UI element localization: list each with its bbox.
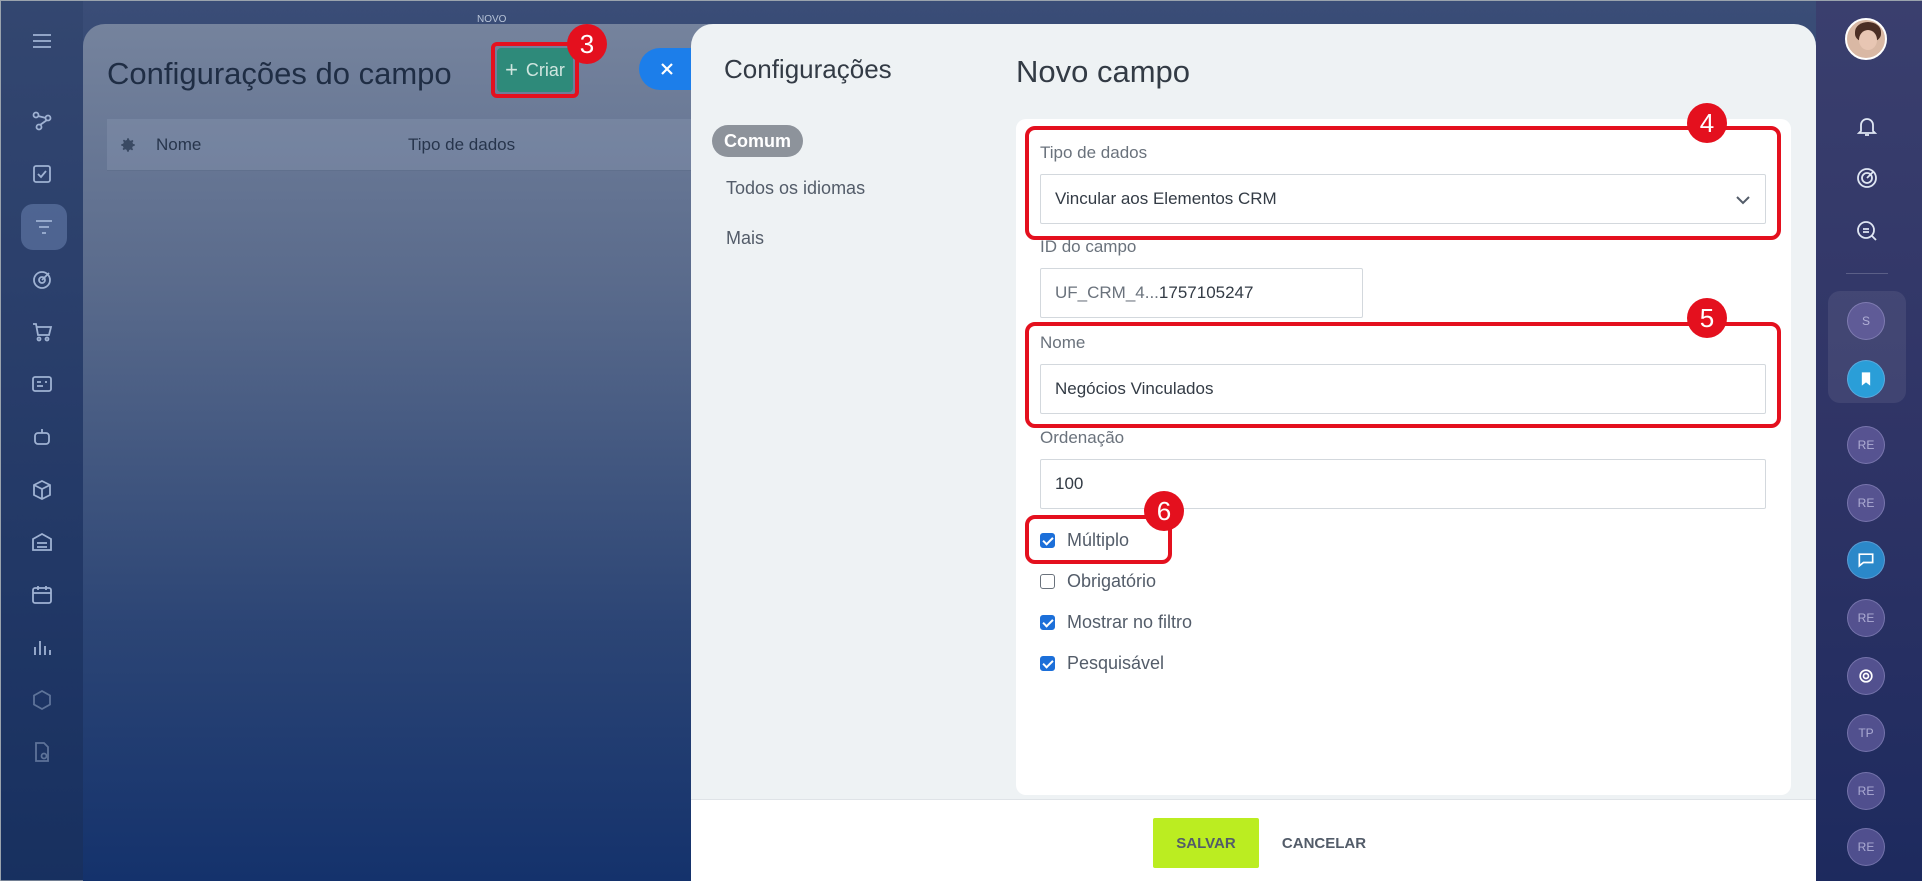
field-settings-panel: Configurações do campo + Criar 3 Nome Ti… (83, 24, 723, 881)
step-badge-4: 4 (1687, 103, 1727, 143)
sidebar-title: Configurações (724, 54, 892, 84)
sidebar-item-more[interactable]: Mais (726, 228, 764, 249)
chat-avatar-re-3[interactable]: RE (1847, 599, 1885, 637)
hexagon-icon[interactable] (26, 684, 58, 716)
page-title: Configurações do campo (107, 56, 452, 91)
sidebar-item-common[interactable]: Comum (712, 125, 803, 157)
field-id-input[interactable]: UF_CRM_4... 1757105247 (1040, 268, 1363, 318)
save-button[interactable]: SALVAR (1153, 818, 1259, 868)
gear-icon[interactable] (119, 136, 137, 154)
column-header-data-type[interactable]: Tipo de dados (408, 135, 515, 155)
sort-label: Ordenação (1040, 428, 1125, 447)
chat-avatar-s[interactable]: S (1847, 302, 1885, 340)
checkbox-show-in-filter-box[interactable] (1040, 615, 1055, 630)
copilot-icon[interactable] (1847, 657, 1885, 695)
cart-icon[interactable] (26, 316, 58, 348)
chat-bubble-icon[interactable] (1847, 541, 1885, 579)
field-id-prefix: UF_CRM_4... (1055, 283, 1159, 302)
user-avatar[interactable] (1845, 18, 1887, 60)
contact-card-icon[interactable] (26, 368, 58, 400)
tasks-icon[interactable] (26, 158, 58, 190)
checkbox-required[interactable]: Obrigatório (1040, 571, 1156, 592)
robot-icon[interactable] (26, 421, 58, 453)
chat-avatar-re-1[interactable]: RE (1847, 426, 1885, 464)
column-header-name[interactable]: Nome (156, 135, 201, 155)
calendar-icon[interactable] (26, 579, 58, 611)
checkbox-searchable-label: Pesquisável (1067, 653, 1165, 673)
checkbox-show-in-filter-label: Mostrar no filtro (1067, 612, 1193, 632)
field-id-label: ID do campo (1040, 237, 1137, 256)
highlight-box-data-type (1025, 126, 1781, 240)
slider-footer: SALVAR CANCELAR (691, 799, 1816, 881)
right-rail: S RE RE RE TP RE RE (1816, 1, 1922, 881)
field-id-value: 1757105247 (1158, 283, 1254, 302)
bell-icon[interactable] (1851, 110, 1883, 142)
table-header: Nome Tipo de dados (107, 119, 723, 171)
document-settings-icon[interactable] (26, 736, 58, 768)
chat-avatar-tp[interactable]: TP (1847, 714, 1885, 752)
chat-avatar-re-5[interactable]: RE (1847, 828, 1885, 866)
checkbox-show-in-filter[interactable]: Mostrar no filtro (1040, 612, 1192, 633)
step-badge-6: 6 (1144, 491, 1184, 531)
radar-icon[interactable] (1851, 162, 1883, 194)
new-field-slider: Configurações Comum Todos os idiomas Mai… (691, 24, 1816, 881)
checkbox-required-box[interactable] (1040, 574, 1055, 589)
crm-filter-icon[interactable] (21, 204, 67, 250)
form-title: Novo campo (1016, 54, 1191, 89)
search-sync-icon[interactable] (1851, 215, 1883, 247)
warehouse-icon[interactable] (26, 526, 58, 558)
close-icon (661, 63, 673, 75)
cancel-button[interactable]: CANCELAR (1276, 818, 1372, 868)
chat-avatar-re-2[interactable]: RE (1847, 484, 1885, 522)
menu-icon[interactable] (26, 25, 58, 57)
target-icon[interactable] (26, 264, 58, 296)
highlight-box-name (1025, 322, 1781, 428)
sort-value: 100 (1055, 474, 1084, 493)
sidebar-item-all-languages[interactable]: Todos os idiomas (726, 178, 865, 199)
chat-avatar-re-4[interactable]: RE (1847, 772, 1885, 810)
checkbox-required-label: Obrigatório (1067, 571, 1157, 591)
checkbox-searchable-box[interactable] (1040, 656, 1055, 671)
box-icon[interactable] (26, 474, 58, 506)
bookmark-icon[interactable] (1847, 360, 1885, 398)
analytics-icon[interactable] (26, 631, 58, 663)
rail-divider (1846, 273, 1888, 274)
flow-icon[interactable] (26, 105, 58, 137)
step-badge-3: 3 (567, 24, 607, 64)
highlight-box-create (491, 42, 579, 98)
step-badge-5: 5 (1687, 298, 1727, 338)
checkbox-searchable[interactable]: Pesquisável (1040, 653, 1164, 674)
left-nav-rail (1, 1, 83, 881)
